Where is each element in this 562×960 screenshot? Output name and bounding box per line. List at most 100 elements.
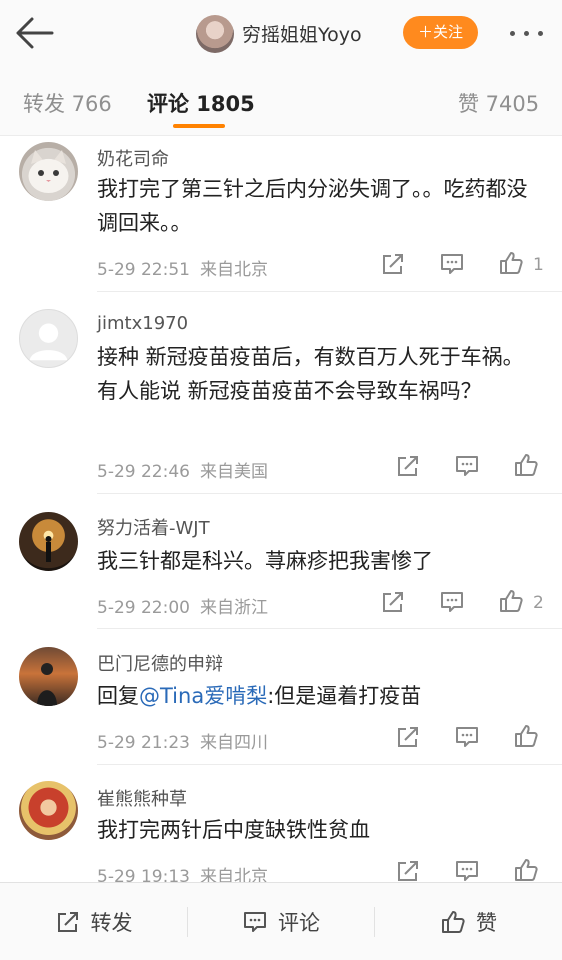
comment-date: 5-29 19:13 (97, 867, 190, 882)
bottom-like-button[interactable]: 赞 (375, 883, 562, 960)
commenter-name[interactable]: 奶花司命 (97, 145, 169, 171)
like-count: 1 (533, 255, 544, 275)
share-icon (398, 861, 418, 881)
active-tab-indicator (173, 124, 225, 128)
reply-button[interactable] (439, 251, 469, 281)
follow-button[interactable]: ＋关注 (403, 16, 478, 49)
top-bar: 穷摇姐姐Yoyo ＋关注 (0, 0, 562, 66)
reply-button[interactable] (454, 858, 484, 882)
thumbs-up-icon (515, 725, 538, 747)
silhouette-avatar-icon (45, 536, 52, 562)
repost-button[interactable] (380, 251, 410, 281)
like-button[interactable] (513, 723, 543, 753)
comment-icon (456, 861, 478, 881)
commenter-avatar[interactable] (19, 142, 78, 201)
thumbs-up-icon (515, 859, 538, 881)
person-avatar-icon (37, 663, 57, 706)
tab-reposts[interactable]: 转发 766 (23, 88, 112, 118)
comment-meta: 5-29 22:51 来自北京 (97, 255, 268, 280)
thumbs-up-icon (500, 252, 523, 274)
like-button[interactable] (513, 857, 543, 882)
comment-icon (456, 727, 478, 747)
commenter-avatar[interactable] (19, 647, 78, 706)
comment-meta: 5-29 21:23 来自四川 (97, 728, 268, 753)
comment-meta: 5-29 22:46 来自美国 (97, 457, 268, 482)
thumbs-up-icon (442, 911, 465, 933)
more-button[interactable] (506, 20, 550, 46)
comment-date: 5-29 21:23 (97, 733, 190, 753)
comment-location: 来自美国 (199, 462, 268, 482)
comment-date: 5-29 22:46 (97, 462, 190, 482)
comment-icon (244, 912, 266, 932)
comment-location: 来自北京 (199, 867, 268, 882)
tab-likes[interactable]: 赞 7405 (458, 88, 539, 118)
commenter-avatar[interactable] (19, 512, 78, 571)
bottom-repost-label: 转发 (90, 911, 133, 935)
comment-item: 努力活着-WJT 我三针都是科兴。荨麻疹把我害惨了 5-29 22:00 来自浙江… (0, 494, 562, 629)
bottom-comment-label: 评论 (278, 911, 320, 935)
weibo-comments-page: 穷摇姐姐Yoyo ＋关注 转发 766 评论 1805 赞 7405 奶花司命 … (0, 0, 562, 960)
like-button[interactable] (498, 588, 528, 618)
reply-prefix: 回复 (97, 684, 139, 708)
author-name[interactable]: 穷摇姐姐Yoyo (242, 20, 362, 47)
back-button[interactable] (12, 14, 56, 52)
share-icon (57, 912, 78, 932)
share-icon (398, 727, 418, 747)
comment-location: 来自浙江 (199, 598, 268, 618)
repost-button[interactable] (395, 858, 425, 882)
reply-button[interactable] (454, 453, 484, 483)
author-avatar[interactable] (196, 15, 234, 53)
bottom-comment-button[interactable]: 评论 (188, 883, 374, 960)
comment-meta: 5-29 22:00 来自浙江 (97, 593, 268, 618)
reply-text: :但是逼着打疫苗 (267, 684, 422, 708)
reply-button[interactable] (439, 589, 469, 619)
share-icon (383, 254, 403, 274)
commenter-name[interactable]: jimtx1970 (97, 313, 188, 334)
bottom-action-bar: 转发 评论 赞 (0, 882, 562, 960)
more-dots-icon (524, 31, 529, 36)
comment-item: 奶花司命 我打完了第三针之后内分泌失调了。。吃药都没调回来。。 5-29 22:… (0, 136, 562, 292)
comment-location: 来自四川 (199, 733, 268, 753)
bottom-repost-button[interactable]: 转发 (0, 883, 187, 960)
commenter-avatar[interactable] (19, 309, 78, 368)
like-button[interactable] (513, 452, 543, 482)
commenter-name[interactable]: 努力活着-WJT (97, 514, 210, 540)
commenter-name[interactable]: 巴门尼德的申辩 (97, 650, 223, 676)
arrow-left-icon (16, 17, 54, 49)
reply-button[interactable] (454, 724, 484, 754)
comment-icon (441, 592, 463, 612)
comment-item: 崔熊熊种草 我打完两针后中度缺铁性贫血 5-29 19:13 来自北京 (0, 765, 562, 882)
comment-icon (441, 254, 463, 274)
comment-item: jimtx1970 接种 新冠疫苗疫苗后，有数百万人死于车祸。 有人能说 新冠疫… (0, 292, 562, 494)
comment-text: 我打完两针后中度缺铁性贫血 (97, 818, 370, 842)
share-icon (383, 592, 403, 612)
comment-location: 来自北京 (199, 260, 268, 280)
cat-avatar-icon (28, 150, 69, 193)
comment-date: 5-29 22:51 (97, 260, 190, 280)
more-dots-icon (538, 31, 543, 36)
more-dots-icon (510, 31, 515, 36)
share-icon (398, 456, 418, 476)
thumbs-up-icon (515, 454, 538, 476)
comment-meta: 5-29 19:13 来自北京 (97, 862, 268, 882)
thumbs-up-icon (500, 590, 523, 612)
comment-text: 我三针都是科兴。荨麻疹把我害惨了 (97, 549, 433, 573)
mention-link[interactable]: @Tina爱啃梨 (139, 684, 267, 708)
commenter-avatar[interactable] (19, 781, 78, 840)
comment-text: 我打完了第三针之后内分泌失调了。。吃药都没调回来。。 (97, 177, 528, 235)
tab-bar: 转发 766 评论 1805 赞 7405 (0, 66, 562, 136)
repost-button[interactable] (395, 724, 425, 754)
comment-icon (456, 456, 478, 476)
comment-text: 接种 新冠疫苗疫苗后，有数百万人死于车祸。 有人能说 新冠疫苗疫苗不会导致车祸吗… (97, 345, 524, 403)
bottom-like-label: 赞 (476, 911, 497, 935)
like-button[interactable] (498, 250, 528, 280)
commenter-name[interactable]: 崔熊熊种草 (97, 785, 187, 811)
default-avatar-icon (29, 323, 68, 361)
comment-date: 5-29 22:00 (97, 598, 190, 618)
repost-button[interactable] (380, 589, 410, 619)
repost-button[interactable] (395, 453, 425, 483)
comment-item: 巴门尼德的申辩 回复@Tina爱啃梨:但是逼着打疫苗 5-29 21:23 来自四… (0, 629, 562, 765)
tab-comments[interactable]: 评论 1805 (147, 88, 255, 118)
like-count: 2 (533, 593, 544, 613)
comment-text: 回复@Tina爱啃梨:但是逼着打疫苗 (97, 679, 547, 713)
